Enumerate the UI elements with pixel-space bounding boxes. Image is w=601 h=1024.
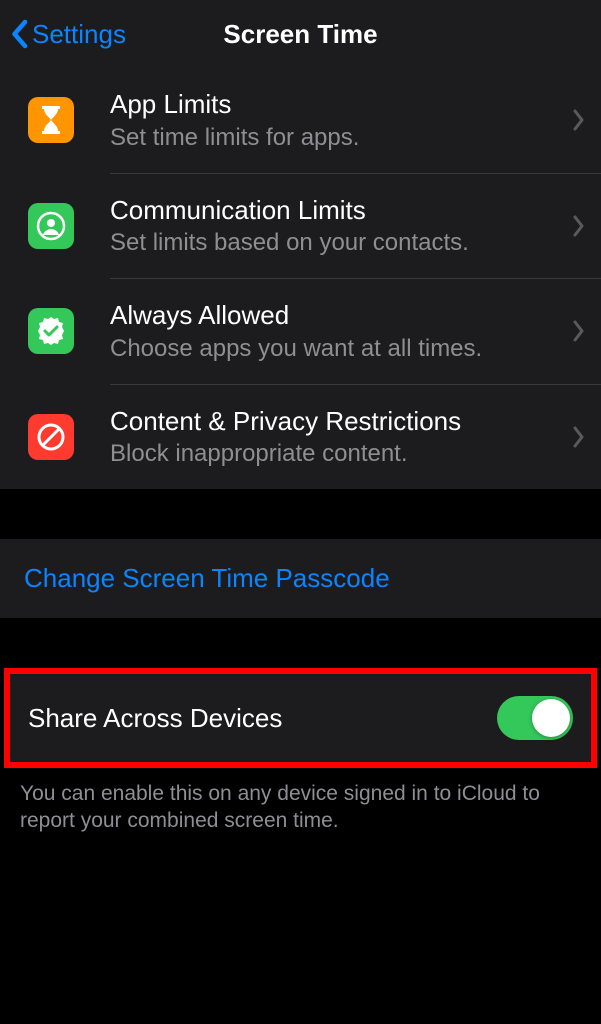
hourglass-icon [28, 97, 74, 143]
page-title: Screen Time [223, 19, 377, 50]
row-title: Communication Limits [110, 194, 563, 227]
row-title: Content & Privacy Restrictions [110, 405, 563, 438]
settings-section: App Limits Set time limits for apps. Com… [0, 68, 601, 489]
row-text: Communication Limits Set limits based on… [110, 194, 573, 259]
check-seal-icon [28, 308, 74, 354]
footer-description: You can enable this on any device signed… [0, 768, 601, 847]
row-content-privacy[interactable]: Content & Privacy Restrictions Block ina… [0, 385, 601, 490]
no-entry-icon [28, 414, 74, 460]
chevron-right-icon [573, 426, 585, 448]
toggle-knob [532, 699, 570, 737]
back-label: Settings [32, 19, 126, 50]
nav-bar: Settings Screen Time [0, 0, 601, 68]
row-communication-limits[interactable]: Communication Limits Set limits based on… [0, 174, 601, 279]
row-title: App Limits [110, 88, 563, 121]
row-text: Always Allowed Choose apps you want at a… [110, 299, 573, 364]
row-subtitle: Choose apps you want at all times. [110, 334, 563, 364]
share-devices-section: Share Across Devices [4, 668, 597, 768]
share-devices-row: Share Across Devices [10, 674, 591, 762]
row-subtitle: Set limits based on your contacts. [110, 228, 563, 258]
contact-icon [28, 203, 74, 249]
chevron-right-icon [573, 215, 585, 237]
row-text: App Limits Set time limits for apps. [110, 88, 573, 153]
row-subtitle: Block inappropriate content. [110, 439, 563, 469]
chevron-left-icon [10, 19, 28, 49]
row-subtitle: Set time limits for apps. [110, 123, 563, 153]
chevron-right-icon [573, 109, 585, 131]
share-devices-label: Share Across Devices [28, 703, 282, 734]
passcode-section: Change Screen Time Passcode [0, 539, 601, 618]
row-title: Always Allowed [110, 299, 563, 332]
share-devices-toggle[interactable] [497, 696, 573, 740]
chevron-right-icon [573, 320, 585, 342]
back-button[interactable]: Settings [10, 19, 126, 50]
row-always-allowed[interactable]: Always Allowed Choose apps you want at a… [0, 279, 601, 384]
row-app-limits[interactable]: App Limits Set time limits for apps. [0, 68, 601, 173]
row-text: Content & Privacy Restrictions Block ina… [110, 405, 573, 470]
change-passcode-link[interactable]: Change Screen Time Passcode [24, 563, 577, 594]
